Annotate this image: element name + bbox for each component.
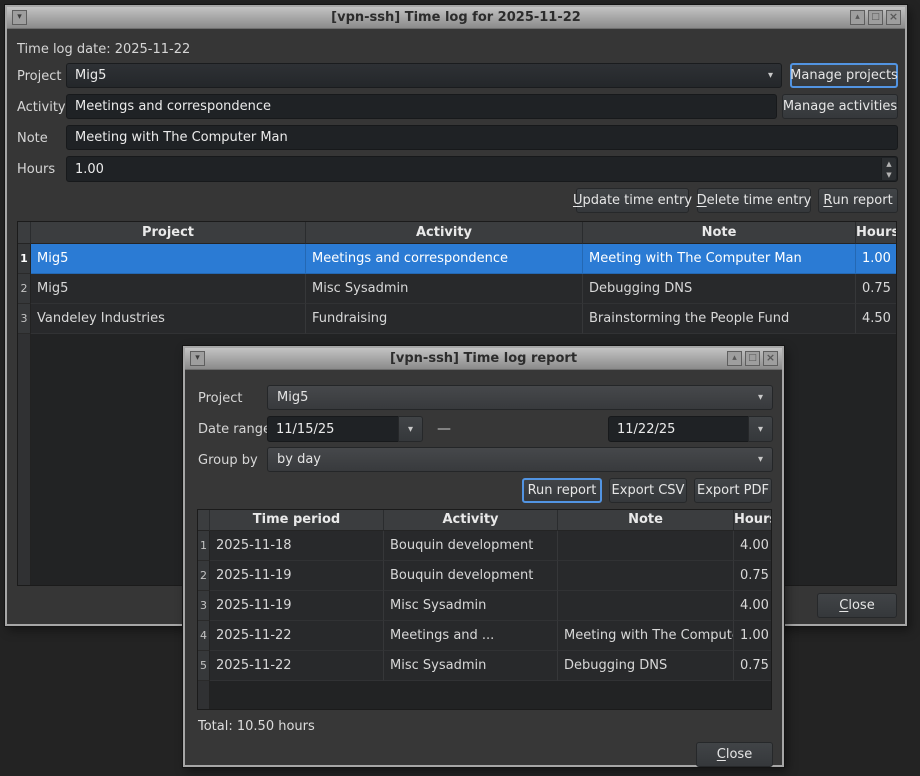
column-header-hours: Hours [856,222,896,244]
spin-down-icon[interactable]: ▼ [882,169,896,180]
table-row[interactable]: 3 2025-11-19 Misc Sysadmin 4.00 [198,591,771,621]
project-label: Project [17,69,61,84]
delete-time-entry-button[interactable]: Delete time entry [697,188,811,213]
column-header-activity: Activity [306,222,583,244]
hours-spinbox[interactable]: 1.00 ▲ ▼ [66,156,898,182]
column-header-activity: Activity [384,510,558,531]
update-time-entry-button[interactable]: Update time entry [576,188,689,213]
group-by-label: Group by [198,453,258,468]
note-label: Note [17,131,48,146]
chevron-down-icon: ▾ [758,454,763,465]
date-range-separator: — [437,421,451,437]
main-titlebar[interactable]: ▾ [vpn-ssh] Time log for 2025-11-22 ▴ □ … [7,7,905,29]
project-combobox[interactable]: Mig5 ▾ [66,63,782,88]
manage-projects-button[interactable]: Manage projects [790,63,898,88]
row-number: 4 [198,621,210,651]
dialog-close-button[interactable]: Close [696,742,773,767]
row-number: 2 [198,561,210,591]
table-row[interactable]: 1 2025-11-18 Bouquin development 4.00 [198,531,771,561]
column-header-note: Note [558,510,734,531]
dialog-title: [vpn-ssh] Time log report [185,348,782,369]
dialog-run-report-button[interactable]: Run report [522,478,602,503]
date-start-dropdown-button[interactable]: ▾ [398,416,423,442]
report-dialog: ▾ [vpn-ssh] Time log report ▴ □ × Projec… [183,346,784,767]
chevron-down-icon: ▾ [758,392,763,403]
maximize-button[interactable]: □ [745,351,760,366]
table-row[interactable]: 2 Mig5 Misc Sysadmin Debugging DNS 0.75 [18,274,896,304]
chevron-down-icon: ▾ [408,424,413,435]
column-header-time-period: Time period [210,510,384,531]
report-project-combobox[interactable]: Mig5 ▾ [267,385,773,410]
row-number: 5 [198,651,210,681]
export-csv-button[interactable]: Export CSV [609,478,687,503]
table-row[interactable]: 5 2025-11-22 Misc Sysadmin Debugging DNS… [198,651,771,681]
date-end-input[interactable]: 11/22/25 [608,416,749,442]
row-number: 3 [198,591,210,621]
table-corner [198,510,210,531]
group-by-combobox[interactable]: by day ▾ [267,447,773,472]
chevron-down-icon: ▾ [758,424,763,435]
column-header-hours: Hours [734,510,771,531]
spin-up-icon[interactable]: ▲ [882,158,896,169]
desktop: { "colors": { "selection": "#2b7bd4", "f… [0,0,920,776]
manage-activities-button[interactable]: Manage activities [782,94,898,119]
row-number: 2 [18,274,31,304]
dialog-titlebar[interactable]: ▾ [vpn-ssh] Time log report ▴ □ × [185,348,782,370]
table-row[interactable]: 2 2025-11-19 Bouquin development 0.75 [198,561,771,591]
table-row[interactable]: 1 Mig5 Meetings and correspondence Meeti… [18,244,896,274]
report-project-label: Project [198,391,242,406]
row-number-gutter [18,334,31,585]
hours-spinner: ▲ ▼ [881,158,896,180]
shade-button[interactable]: ▴ [850,10,865,25]
date-end-dropdown-button[interactable]: ▾ [748,416,773,442]
chevron-down-icon: ▾ [768,70,773,81]
report-table: Time period Activity Note Hours 1 2025-1… [197,509,772,710]
export-pdf-button[interactable]: Export PDF [694,478,772,503]
project-combobox-value: Mig5 [75,68,106,83]
column-header-project: Project [31,222,306,244]
window-menu-button[interactable]: ▾ [190,351,205,366]
row-number: 1 [18,244,31,274]
activity-input[interactable]: Meetings and correspondence [66,94,777,119]
close-window-button[interactable]: × [763,351,778,366]
shade-button[interactable]: ▴ [727,351,742,366]
column-header-note: Note [583,222,856,244]
hours-value: 1.00 [75,162,104,177]
window-menu-button[interactable]: ▾ [12,10,27,25]
date-range-label: Date range [198,422,271,437]
hours-label: Hours [17,162,55,177]
table-corner [18,222,31,244]
run-report-button[interactable]: Run report [818,188,898,213]
maximize-button[interactable]: □ [868,10,883,25]
note-input[interactable]: Meeting with The Computer Man [66,125,898,150]
total-hours-label: Total: 10.50 hours [198,719,315,734]
main-close-button[interactable]: Close [817,593,897,618]
time-log-date-label: Time log date: 2025-11-22 [17,42,190,57]
main-window-title: [vpn-ssh] Time log for 2025-11-22 [7,7,905,28]
row-number-gutter [198,681,210,709]
table-row[interactable]: 4 2025-11-22 Meetings and ... Meeting wi… [198,621,771,651]
table-row[interactable]: 3 Vandeley Industries Fundraising Brains… [18,304,896,334]
row-number: 1 [198,531,210,561]
close-window-button[interactable]: × [886,10,901,25]
activity-label: Activity [17,100,66,115]
row-number: 3 [18,304,31,334]
date-start-input[interactable]: 11/15/25 [267,416,399,442]
